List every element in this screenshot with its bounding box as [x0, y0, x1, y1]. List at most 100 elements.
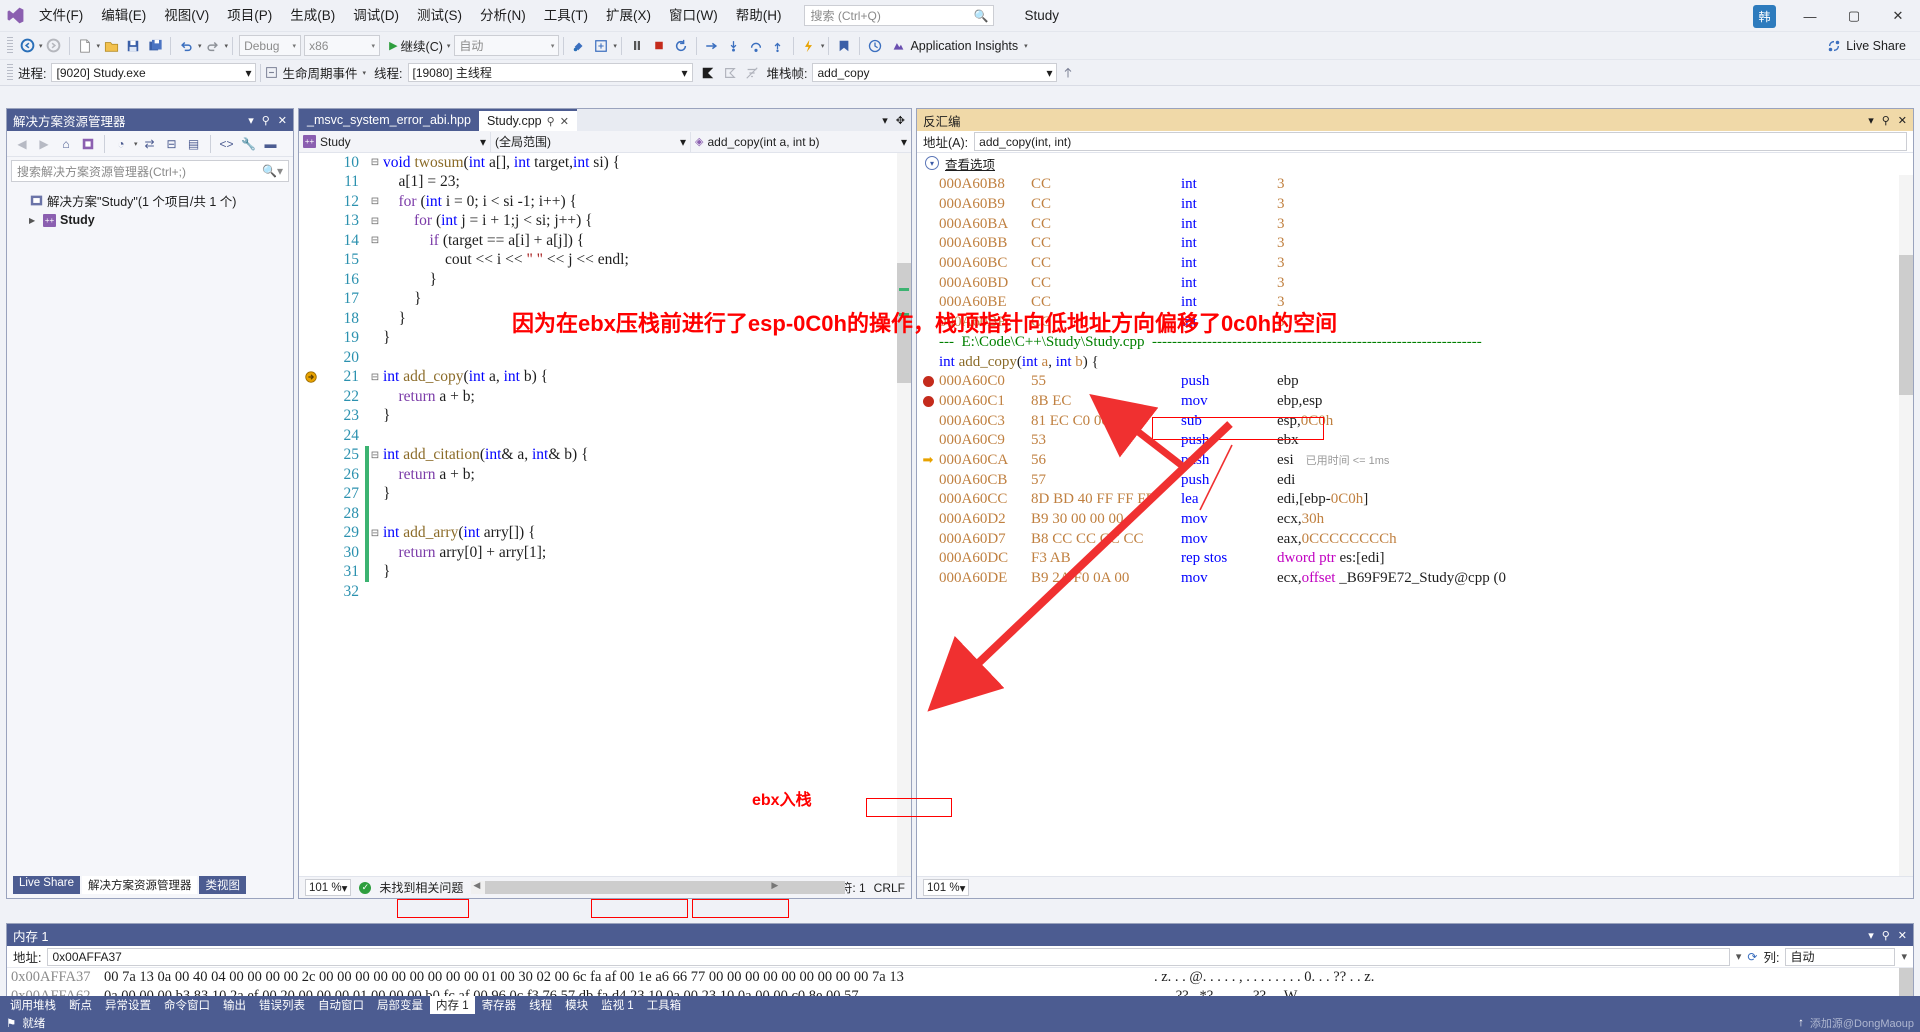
process-combo[interactable]: [9020] Study.exe ▾ [51, 63, 257, 82]
undo-icon[interactable] [175, 35, 197, 57]
live-preview-icon[interactable] [590, 35, 612, 57]
quick-search-input[interactable]: 搜索 (Ctrl+Q) 🔍 [804, 5, 995, 26]
minimize-button[interactable]: — [1788, 0, 1832, 32]
account-avatar[interactable]: 韩 [1753, 4, 1776, 28]
fold-toggle-icon[interactable]: ⊟ [369, 235, 381, 246]
memory-history-caret-icon[interactable]: ▾ [1736, 950, 1742, 963]
debug-window-tab[interactable]: 输出 [217, 996, 252, 1014]
debug-window-tab[interactable]: 调用堆栈 [4, 996, 62, 1014]
memory-pin-icon[interactable]: ⚲ [1882, 929, 1890, 942]
se-tab-live-share[interactable]: Live Share [13, 876, 80, 894]
show-all-files-icon[interactable]: <> [217, 134, 237, 154]
disassembly-line[interactable]: 000A60CB 57 push edi [917, 470, 1899, 490]
application-insights-button[interactable]: Application Insights ▾ [892, 39, 1028, 53]
restart-icon[interactable] [670, 35, 692, 57]
disassembly-line[interactable]: 000A60B8 CC int 3 [917, 175, 1899, 195]
live-preview-caret-icon[interactable]: ▾ [613, 42, 617, 50]
menu-view[interactable]: 视图(V) [155, 0, 218, 32]
menu-build[interactable]: 生成(B) [281, 0, 344, 32]
code-line[interactable]: 20 [299, 348, 897, 368]
disassembly-line[interactable]: ➡ 000A60CA 56 push esi 已用时间 <= 1ms [917, 451, 1899, 471]
code-line[interactable]: 17 } [299, 290, 897, 310]
editor-dropdown-icon[interactable]: ▾ [882, 114, 888, 127]
current-instruction-icon[interactable]: ➡ [917, 452, 939, 468]
hot-reload-caret-icon[interactable]: ▾ [821, 42, 825, 50]
step-into-icon[interactable] [723, 35, 745, 57]
debug-window-tab[interactable]: 线程 [523, 996, 558, 1014]
code-line[interactable]: 30 return arry[0] + arry[1]; [299, 543, 897, 563]
disassembly-line[interactable]: 000A60C1 8B EC mov ebp,esp [917, 392, 1899, 412]
disassembly-line[interactable]: 000A60C9 53 push ebx [917, 431, 1899, 451]
flag-icon[interactable] [697, 62, 719, 84]
redo-caret-icon[interactable]: ▾ [225, 42, 229, 50]
editor-vertical-scrollbar[interactable] [897, 153, 911, 876]
code-line[interactable]: 14 ⊟ if (target == a[i] + a[j]) { [299, 231, 897, 251]
stackframe-extra-icon[interactable] [1057, 62, 1079, 84]
step-out-icon[interactable] [767, 35, 789, 57]
disassembly-line[interactable]: 000A60D7 B8 CC CC CC CC mov eax,0CCCCCCCCh [917, 529, 1899, 549]
menu-file[interactable]: 文件(F) [30, 0, 92, 32]
pin-icon[interactable]: ⚲ [262, 114, 270, 127]
breakpoint-icon[interactable] [917, 376, 939, 388]
toolbar-grip[interactable] [7, 36, 13, 55]
wrench-icon[interactable]: 🔧 [239, 134, 259, 154]
solution-platform-combo[interactable]: x86 ▾ [304, 35, 381, 56]
debug-window-tab[interactable]: 异常设置 [99, 996, 157, 1014]
menu-edit[interactable]: 编辑(E) [92, 0, 155, 32]
code-line[interactable]: 23} [299, 407, 897, 427]
hot-reload-icon[interactable] [798, 35, 820, 57]
fold-toggle-icon[interactable]: ⊟ [369, 372, 381, 383]
menu-analyze[interactable]: 分析(N) [471, 0, 535, 32]
memory-refresh-icon[interactable]: ⟳ [1747, 950, 1757, 964]
stackframe-combo[interactable]: add_copy ▾ [812, 63, 1058, 82]
solution-explorer-search-input[interactable]: 搜索解决方案资源管理器(Ctrl+;) 🔍▾ [11, 160, 289, 182]
pending-changes-icon[interactable]: ◔ [111, 134, 131, 154]
fold-toggle-icon[interactable]: ⊟ [369, 157, 381, 168]
solution-icon[interactable] [78, 134, 98, 154]
nav-scope-combo[interactable]: (全局范围) ▾ [491, 131, 691, 152]
solution-root-node[interactable]: 解决方案"Study"(1 个项目/共 1 个) [11, 190, 289, 210]
properties-icon[interactable]: ▤ [184, 134, 204, 154]
new-file-icon[interactable] [74, 35, 96, 57]
se-tab-solution-explorer[interactable]: 解决方案资源管理器 [81, 876, 198, 894]
editor-tab-msvc-hpp[interactable]: _msvc_system_error_abi.hpp [299, 109, 479, 131]
se-tab-class-view[interactable]: 类视图 [199, 876, 246, 894]
thread-marker-icon[interactable] [833, 35, 855, 57]
disassembly-line[interactable]: 000A60BB CC int 3 [917, 234, 1899, 254]
memory-vertical-scrollbar[interactable] [1899, 968, 1913, 1032]
disassembly-line[interactable]: 000A60D2 B9 30 00 00 00 mov ecx,30h [917, 510, 1899, 530]
code-line[interactable]: 16 } [299, 270, 897, 290]
fold-toggle-icon[interactable]: ⊟ [369, 450, 381, 461]
debug-window-tab[interactable]: 自动窗口 [312, 996, 370, 1014]
disassembly-line[interactable]: 000A60BF CC int 3 [917, 313, 1899, 333]
code-line[interactable]: 21 ⊟ int add_copy(int a, int b) { [299, 368, 897, 388]
current-statement-marker[interactable] [299, 370, 323, 384]
minus-icon[interactable]: ▬ [261, 134, 281, 154]
home-icon[interactable]: ⌂ [56, 134, 76, 154]
menu-debug[interactable]: 调试(D) [344, 0, 408, 32]
disassembly-line[interactable]: 000A60BC CC int 3 [917, 254, 1899, 274]
disassembly-line[interactable]: 000A60C0 55 push ebp [917, 372, 1899, 392]
debug-window-tab[interactable]: 命令窗口 [158, 996, 216, 1014]
hscroll-right-arrow-icon[interactable]: ▶ [771, 880, 778, 891]
memory-columns-combo[interactable]: 自动 [1785, 947, 1896, 966]
menu-tools[interactable]: 工具(T) [535, 0, 597, 32]
editor-zoom-combo[interactable]: 101 % ▾ [305, 879, 352, 896]
debug-window-tab[interactable]: 寄存器 [476, 996, 523, 1014]
editor-tab-study-cpp[interactable]: Study.cpp ⚲ ✕ [478, 109, 577, 131]
save-all-icon[interactable] [144, 35, 166, 57]
memory-row[interactable]: 0x00AFFA37 00 7a 13 0a 00 40 04 00 00 00 … [7, 968, 1913, 987]
app-insights-caret-icon[interactable]: ▾ [1024, 42, 1028, 50]
debug-toolbar-grip[interactable] [7, 63, 13, 82]
disassembly-scroll-thumb[interactable] [1899, 255, 1913, 395]
code-line[interactable]: 29 ⊟ int add_arry(int arry[]) { [299, 523, 897, 543]
panel-dropdown-icon[interactable]: ▾ [248, 114, 254, 127]
disassembly-zoom-combo[interactable]: 101 % ▾ [923, 879, 970, 896]
nav-project-combo[interactable]: ++ Study ▾ [299, 131, 491, 152]
editor-hscroll-thumb[interactable] [485, 881, 846, 894]
pending-caret-icon[interactable]: ▾ [134, 140, 138, 148]
fold-toggle-icon[interactable]: ⊟ [369, 196, 381, 207]
debug-window-tab[interactable]: 监视 1 [595, 996, 640, 1014]
solution-configuration-combo[interactable]: Debug ▾ [239, 35, 302, 56]
pin-icon-2[interactable]: ⚲ [547, 115, 555, 128]
